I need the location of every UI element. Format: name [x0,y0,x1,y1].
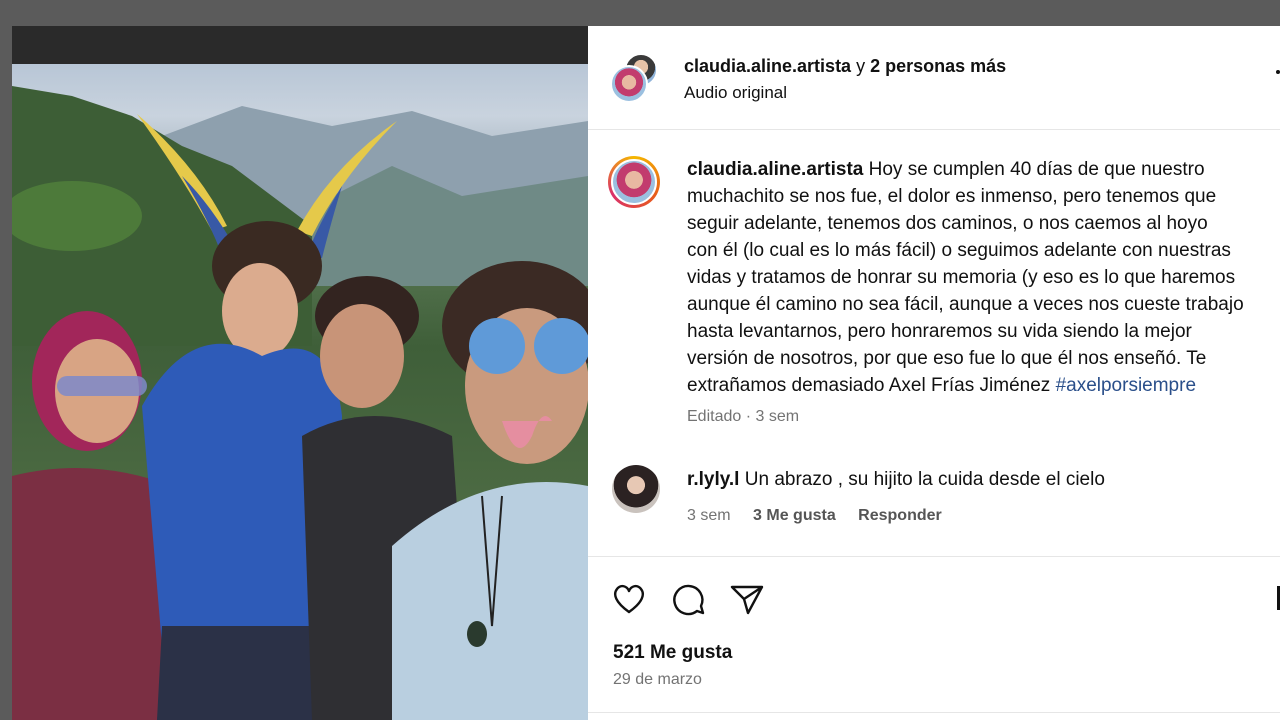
comment-body: Un abrazo , su hijito la cuida desde el … [744,469,1105,490]
edited-timestamp: Editado · 3 sem [687,408,800,425]
post-details-panel: claudia.aline.artista y 2 personas más A… [588,26,1280,720]
person-jeans [157,626,327,720]
caption-line: hasta levantarnos, pero honraremos su vi… [687,321,1192,342]
heart-icon[interactable] [610,580,648,618]
divider [588,556,1280,557]
post-date: 29 de marzo [613,671,702,688]
person-face [320,304,404,408]
audio-link[interactable]: Audio original [684,82,787,104]
send-icon[interactable] [728,580,766,618]
caption-avatar[interactable] [608,156,660,208]
hashtag-link[interactable]: #axelporsiempre [1056,375,1196,396]
others-link[interactable]: 2 personas más [870,56,1006,76]
sunglasses [57,376,147,396]
post-caption: claudia.aline.artista Hoy se cumplen 40 … [687,156,1280,399]
like-count[interactable]: 521 Me gusta [613,642,732,664]
caption-line: vidas y tratamos de honrar su memoria (y… [687,267,1236,288]
divider [588,712,1280,713]
post-header: claudia.aline.artista y 2 personas más A… [588,26,1280,130]
caption-line: muchachito se nos fue, el dolor es inmen… [687,186,1217,207]
connector-text: y [856,56,866,76]
comment-time: 3 sem [687,507,731,524]
collab-avatars[interactable] [610,53,662,105]
caption-line: con él (lo cual es lo más fácil) o segui… [687,240,1231,261]
window-left-strip [0,26,12,720]
caption-line: versión de nosotros, por que eso fue lo … [687,348,1207,369]
comment-icon[interactable] [670,580,708,618]
more-options-icon[interactable] [1276,70,1280,74]
avatar [611,159,657,205]
comment-likes-link[interactable]: 3 Me gusta [753,507,836,524]
post-photo[interactable] [12,26,588,720]
photo-illustration [12,86,588,720]
pendant [467,621,487,647]
caption-line: Hoy se cumplen 40 días de que nuestro [868,159,1205,180]
person-face [222,263,298,359]
reply-button[interactable]: Responder [858,507,942,524]
caption-username-link[interactable]: claudia.aline.artista [687,159,863,180]
comment: r.lyly.l Un abrazo , su hijito la cuida … [687,467,1105,493]
avatar [610,65,648,103]
caption-line: extrañamos demasiado Axel Frías Jiménez [687,375,1051,396]
caption-line: aunque él camino no sea fácil, aunque a … [687,294,1244,315]
comment-meta: 3 sem 3 Me gusta Responder [687,507,960,525]
author-username-link[interactable]: claudia.aline.artista [684,56,851,76]
sunglasses-lens [469,318,525,374]
post-authors: claudia.aline.artista y 2 personas más [684,54,1006,78]
commenter-avatar[interactable] [612,465,660,513]
caption-line: seguir adelante, tenemos dos caminos, o … [687,213,1208,234]
commenter-username-link[interactable]: r.lyly.l [687,469,739,490]
sunglasses-lens [534,318,588,374]
window-top-bar [0,0,1280,26]
